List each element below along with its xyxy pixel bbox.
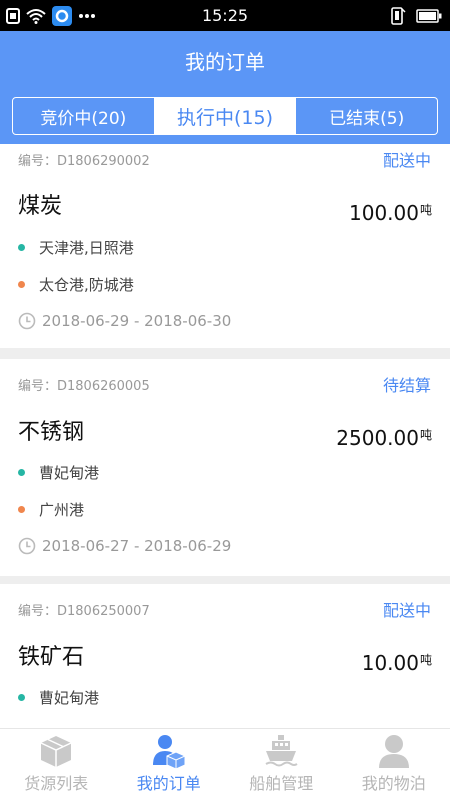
loading-port: 曹妃甸港 [39,463,100,482]
nav-my-wubo[interactable]: 我的物泊 [338,729,450,800]
tab-executing[interactable]: 执行中(15) [154,97,297,135]
date-range: 2018-06-27 - 2018-06-29 [42,537,232,555]
unloading-port-row: 太仓港,防城港 [18,273,134,295]
unloading-port: 太仓港,防城港 [39,275,134,294]
goods-name: 铁矿石 [18,645,85,670]
signal-icon [391,7,406,25]
tab-finished[interactable]: 已结束(5) [296,97,439,135]
unloading-port-row: 广州港 [18,498,84,520]
nav-ship-management[interactable]: 船舶管理 [225,729,338,800]
box-icon [36,731,76,771]
user-icon [374,731,414,771]
bottom-nav: 货源列表 我的订单 船舶管理 我的物泊 [0,728,450,800]
quantity-unit: 吨 [419,428,432,442]
loading-port-row: 曹妃甸港 [18,686,99,708]
status-icons-right [390,6,442,26]
date-row: 2018-06-29 - 2018-06-30 [18,310,231,332]
loading-port-dot [18,243,25,251]
unloading-port-dot [18,280,25,288]
order-status: 配送中 [382,601,431,620]
date-range: 2018-06-29 - 2018-06-30 [42,312,232,330]
person-box-icon [149,731,189,771]
quantity-value: 2500.00 [336,426,419,450]
nav-label: 我的订单 [136,774,201,793]
order-id: 编号：D1806260005 [18,379,150,394]
order-list[interactable]: 编号：D1806290002 配送中 煤炭 100.00吨 天津港,日照港 太仓… [0,144,450,728]
unloading-port: 广州港 [39,500,85,519]
nav-my-orders[interactable]: 我的订单 [113,729,226,800]
order-card[interactable]: 编号：D1806260005 待结算 不锈钢 2500.00吨 曹妃甸港 广州港… [0,359,450,576]
quantity-unit: 吨 [419,203,432,217]
goods-name: 煤炭 [18,194,63,219]
battery-icon [416,9,442,23]
quantity-unit: 吨 [419,653,432,667]
order-id: 编号：D1806250007 [18,604,150,619]
loading-port: 曹妃甸港 [39,688,100,707]
nav-label: 我的物泊 [361,774,426,793]
quantity-value: 100.00 [349,201,419,225]
order-quantity: 10.00吨 [362,647,432,676]
quantity-value: 10.00 [361,651,419,675]
unloading-port-dot [18,505,25,513]
order-status: 配送中 [382,151,431,170]
clock-icon [18,312,36,330]
nav-cargo-list[interactable]: 货源列表 [0,729,113,800]
order-tabs: 竞价中(20) 执行中(15) 已结束(5) [12,97,439,135]
status-time: 15:25 [201,6,249,25]
order-quantity: 2500.00吨 [336,422,432,451]
order-card[interactable]: 编号：D1806290002 配送中 煤炭 100.00吨 天津港,日照港 太仓… [0,144,450,348]
clock-icon [18,537,36,555]
order-quantity: 100.00吨 [349,197,432,226]
tab-bidding[interactable]: 竞价中(20) [12,97,155,135]
date-row: 2018-06-27 - 2018-06-29 [18,535,231,557]
ship-icon [261,731,301,771]
order-card[interactable]: 编号：D1806250007 配送中 铁矿石 10.00吨 曹妃甸港 [0,584,450,728]
loading-port-dot [18,693,25,701]
loading-port-dot [18,468,25,476]
app-header: 我的订单 竞价中(20) 执行中(15) 已结束(5) [0,31,450,144]
loading-port-row: 曹妃甸港 [18,461,99,483]
order-status: 待结算 [382,376,431,395]
loading-port: 天津港,日照港 [39,238,134,257]
order-id: 编号：D1806290002 [18,154,150,169]
nav-label: 船舶管理 [249,774,314,793]
loading-port-row: 天津港,日照港 [18,236,134,258]
status-bar: 15:25 [0,0,450,31]
page-title: 我的订单 [185,50,265,74]
goods-name: 不锈钢 [18,420,85,445]
nav-label: 货源列表 [24,774,89,793]
